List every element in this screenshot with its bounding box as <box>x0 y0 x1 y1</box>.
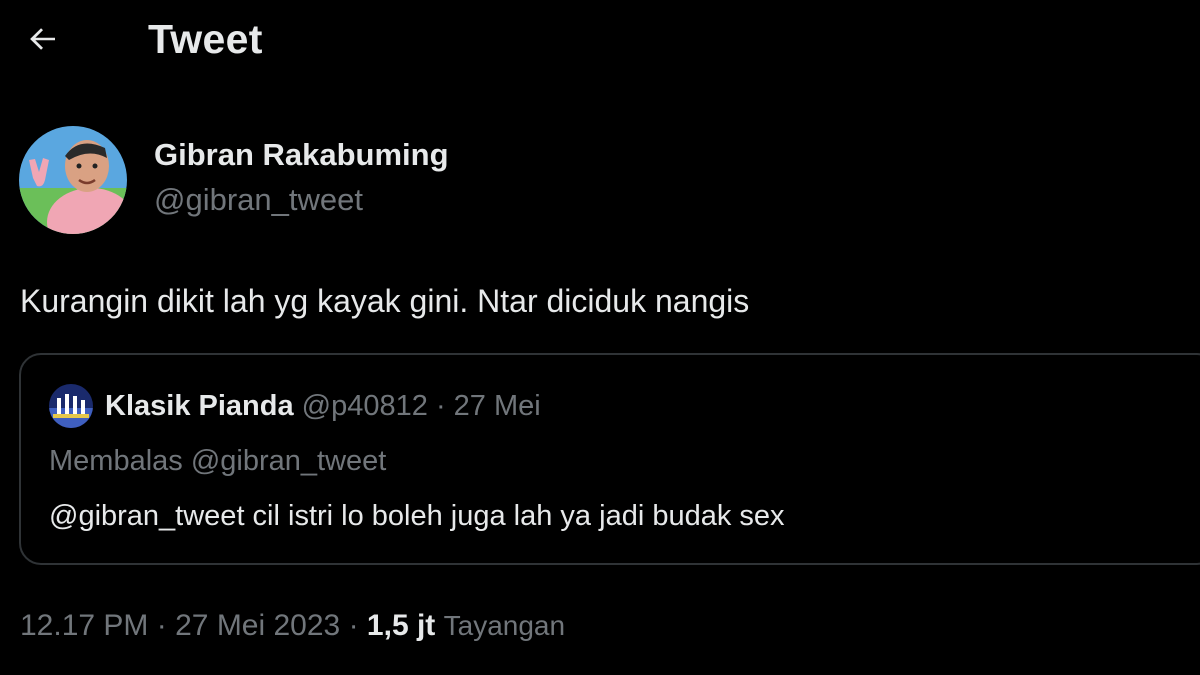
views-label: Tayangan <box>443 610 566 641</box>
quote-author-avatar <box>49 384 93 428</box>
avatar-image <box>19 126 127 234</box>
quote-reply-context: Membalas @gibran_tweet <box>49 445 387 477</box>
page-header: Tweet <box>0 0 1200 80</box>
tweet-meta: 12.17 PM · 27 Mei 2023 · 1,5 jt Tayangan <box>20 606 565 646</box>
separator: · <box>348 609 359 642</box>
quote-header: Klasik Pianda @p40812 · 27 Mei <box>105 388 541 424</box>
separator: · <box>435 390 446 422</box>
quote-date: 27 Mei <box>453 390 541 422</box>
quote-author-handle: @p40812 <box>301 390 428 422</box>
quote-text: @gibran_tweet cil istri lo boleh juga la… <box>49 500 785 532</box>
back-button[interactable] <box>18 14 68 64</box>
avatar-image <box>49 384 93 428</box>
views-count[interactable]: 1,5 jt <box>367 609 435 642</box>
author-avatar[interactable] <box>19 126 127 234</box>
tweet-text: Kurangin dikit lah yg kayak gini. Ntar d… <box>20 283 750 319</box>
page-title: Tweet <box>148 16 263 62</box>
author-name[interactable]: Gibran Rakabuming <box>154 136 449 174</box>
separator: · <box>156 609 167 642</box>
tweet-date[interactable]: 27 Mei 2023 <box>175 609 340 642</box>
tweet-time[interactable]: 12.17 PM <box>20 609 148 642</box>
quote-author-name: Klasik Pianda <box>105 390 294 422</box>
arrow-left-icon <box>30 28 55 50</box>
author-handle[interactable]: @gibran_tweet <box>154 181 363 219</box>
quoted-tweet[interactable]: Klasik Pianda @p40812 · 27 Mei Membalas … <box>19 353 1200 565</box>
